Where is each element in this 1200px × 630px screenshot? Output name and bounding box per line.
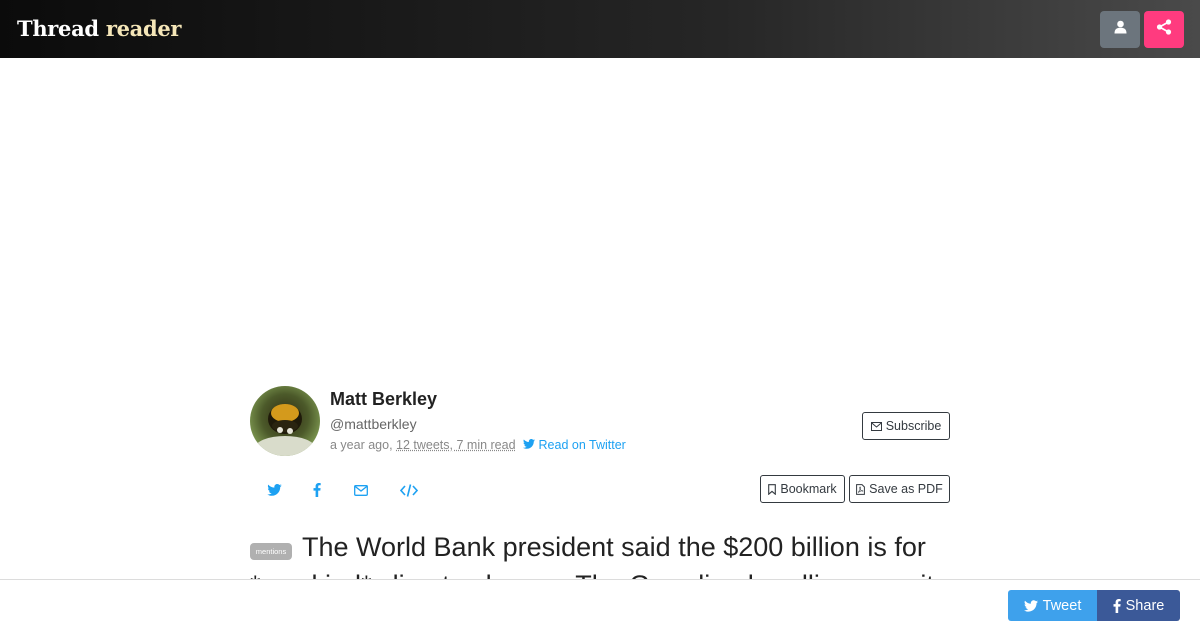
author-name[interactable]: Matt Berkley: [330, 389, 437, 410]
bookmark-button[interactable]: Bookmark: [760, 475, 845, 503]
facebook-icon: [313, 483, 321, 497]
subscribe-label: Subscribe: [885, 419, 942, 433]
share-alt-icon: [1156, 19, 1172, 40]
bookmark-icon: [768, 483, 777, 495]
save-as-pdf-label: Save as PDF: [869, 482, 943, 496]
author-handle[interactable]: @mattberkley: [330, 416, 417, 432]
save-as-pdf-button[interactable]: Save as PDF: [849, 475, 950, 503]
brand-logo[interactable]: Thread reader: [17, 16, 181, 41]
user-icon: [1114, 20, 1127, 39]
twitter-icon: [1023, 599, 1038, 612]
twitter-icon: [266, 484, 282, 496]
thread-stats[interactable]: 12 tweets, 7 min read: [396, 438, 516, 452]
envelope-icon: [870, 421, 882, 431]
share-email-button[interactable]: [352, 481, 370, 499]
posted-time: a year ago,: [330, 438, 393, 452]
share-facebook-button[interactable]: [308, 481, 326, 499]
code-icon: [400, 483, 418, 497]
bookmark-label: Bookmark: [780, 482, 837, 496]
top-navbar: Thread reader: [0, 0, 1200, 58]
tweet-button[interactable]: Tweet: [1008, 590, 1097, 621]
brand-word-thread: Thread: [17, 16, 99, 41]
user-account-button[interactable]: [1100, 11, 1140, 48]
tweet-label: Tweet: [1042, 597, 1082, 614]
facebook-icon: [1113, 598, 1121, 613]
file-pdf-icon: [856, 483, 866, 495]
twitter-icon: [523, 439, 536, 449]
thread-meta: a year ago, 12 tweets, 7 min read Read o…: [330, 438, 626, 452]
read-on-twitter-link[interactable]: Read on Twitter: [523, 438, 626, 452]
author-avatar[interactable]: [250, 386, 320, 456]
subscribe-button[interactable]: Subscribe: [862, 412, 950, 440]
mentions-badge[interactable]: mentions: [250, 543, 292, 560]
facebook-share-button[interactable]: Share: [1097, 590, 1180, 621]
share-twitter-button[interactable]: [265, 481, 283, 499]
avatar-bumblebee: [255, 404, 315, 456]
brand-word-reader: reader: [105, 16, 182, 41]
read-on-twitter-label: Read on Twitter: [538, 438, 626, 452]
embed-code-button[interactable]: [400, 481, 418, 499]
envelope-icon: [354, 484, 368, 496]
share-label: Share: [1125, 597, 1165, 614]
share-button[interactable]: [1144, 11, 1184, 48]
